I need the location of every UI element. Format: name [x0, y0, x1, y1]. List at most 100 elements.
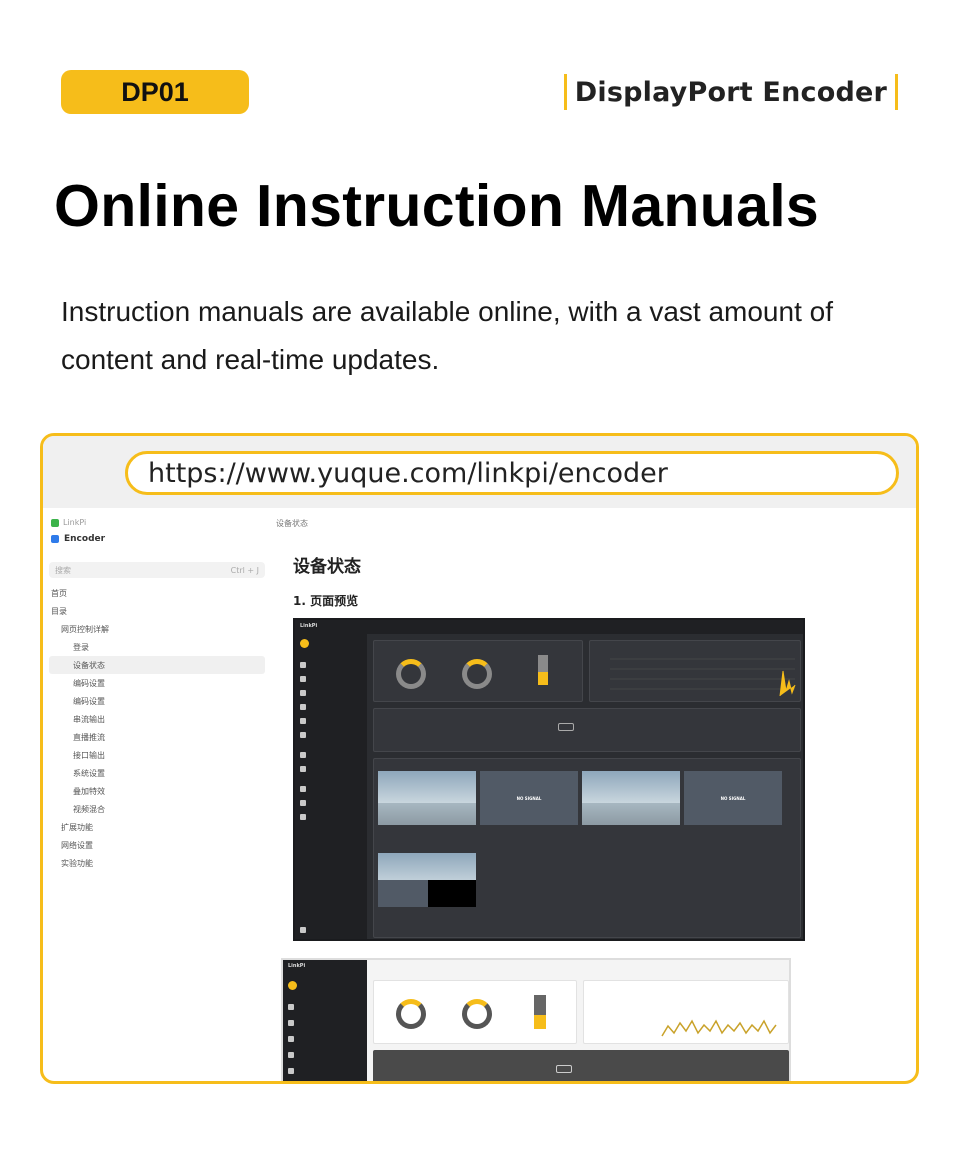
preview-thumb[interactable] [378, 771, 476, 825]
doc-sidebar: LinkPi Encoder 搜索 Ctrl + J 首页目录网页控制详解登录设… [43, 508, 271, 1081]
sidebar-item[interactable]: 叠加特效 [49, 782, 265, 800]
sidebar-item[interactable]: 首页 [49, 584, 265, 602]
app-menu-item[interactable] [300, 812, 306, 822]
crumb-label: LinkPi [63, 518, 87, 527]
preview-thumb[interactable] [582, 771, 680, 825]
app-menu-item[interactable] [288, 1018, 294, 1028]
sidebar-item[interactable]: 网页控制详解 [49, 620, 265, 638]
app-menu-item[interactable] [300, 784, 306, 794]
sidebar-item-label: 网页控制详解 [61, 624, 109, 634]
memory-gauge [462, 659, 492, 689]
sidebar-item[interactable]: 接口输出 [49, 746, 265, 764]
system-status-panel [373, 640, 583, 702]
menu-icon [300, 676, 306, 682]
menu-icon [288, 1036, 294, 1042]
sidebar-item[interactable]: 系统设置 [49, 764, 265, 782]
status-icon [300, 638, 309, 648]
browser-screenshot-frame: https://www.yuque.com/linkpi/encoder Lin… [40, 433, 919, 1084]
app-menu-item[interactable] [300, 702, 306, 712]
app-menu-item[interactable] [300, 688, 306, 698]
cpu-gauge [396, 659, 426, 689]
app-menu-item[interactable] [300, 798, 306, 808]
preview-no-signal[interactable]: NO SIGNAL [684, 771, 782, 825]
sidebar-item[interactable]: 目录 [49, 602, 265, 620]
app-menu-item[interactable] [300, 660, 306, 670]
sidebar-item-label: 编码设置 [73, 696, 105, 706]
dp-port-icon [556, 1065, 572, 1073]
system-status-panel [373, 980, 577, 1044]
app-menu-item[interactable] [300, 750, 306, 760]
interface-panel [373, 1050, 789, 1081]
app-user[interactable] [300, 925, 306, 935]
sidebar-item[interactable]: 编码设置 [49, 692, 265, 710]
network-chart [661, 1019, 777, 1037]
menu-icon [288, 1020, 294, 1026]
interface-panel [373, 708, 801, 752]
sidebar-search[interactable]: 搜索 Ctrl + J [49, 562, 265, 578]
menu-icon [300, 800, 306, 806]
menu-icon [300, 786, 306, 792]
app-menu-item[interactable] [300, 730, 306, 740]
network-status-panel [589, 640, 801, 702]
sidebar-item-label: 串流输出 [73, 714, 105, 724]
menu-icon [300, 732, 306, 738]
app-logo: LinkPi [288, 963, 306, 969]
sidebar-item[interactable]: 编码设置 [49, 674, 265, 692]
menu-icon [300, 814, 306, 820]
search-shortcut: Ctrl + J [230, 565, 259, 575]
sidebar-nav: 首页 目录 网页控制详解 登录 设备状态 编码设置 编码设置 串流输出 直播推流 接口输出 系统设置… [49, 584, 265, 872]
menu-icon [300, 704, 306, 710]
storage-bar [534, 995, 546, 1029]
dp-port-icon [558, 723, 574, 731]
sidebar-item-label: 首页 [51, 588, 67, 598]
sidebar-item[interactable]: 登录 [49, 638, 265, 656]
app-menu-item[interactable] [288, 1066, 294, 1076]
sidebar-item-label: 系统设置 [73, 768, 105, 778]
sidebar-item[interactable]: 网络设置 [49, 836, 265, 854]
app-topbar [295, 620, 803, 634]
app-menu-item[interactable] [288, 1050, 294, 1060]
preview-no-signal[interactable]: NO SIGNAL [480, 771, 578, 825]
sidebar-item-label: 接口输出 [73, 750, 105, 760]
sidebar-item-label: 实验功能 [61, 858, 93, 868]
sidebar-item[interactable]: 直播推流 [49, 728, 265, 746]
preview-mix-thumb[interactable] [378, 853, 476, 907]
sidebar-item-label: 编码设置 [73, 678, 105, 688]
status-icon [288, 980, 297, 990]
app-menu-item[interactable] [300, 764, 306, 774]
app-menu-item[interactable] [300, 674, 306, 684]
space-title[interactable]: Encoder [51, 534, 105, 544]
app-menu-status[interactable] [288, 980, 297, 990]
sidebar-item-label: 视频混合 [73, 804, 105, 814]
url-field[interactable]: https://www.yuque.com/linkpi/encoder [125, 451, 899, 495]
sidebar-item[interactable]: 设备状态 [49, 656, 265, 674]
book-icon [51, 535, 59, 543]
doc-breadcrumb: 设备状态 [276, 519, 308, 528]
sidebar-crumb[interactable]: LinkPi [51, 518, 86, 527]
menu-icon [300, 718, 306, 724]
menu-icon [300, 752, 306, 758]
app-menu-item[interactable] [300, 716, 306, 726]
app-menu-item[interactable] [288, 1034, 294, 1044]
space-icon [51, 518, 59, 527]
address-bar-band: https://www.yuque.com/linkpi/encoder [43, 436, 916, 508]
doc-content: 设备状态 设备状态 1. 页面预览 LinkPi NO SIGNAL NO SI… [271, 508, 916, 1081]
sidebar-item[interactable]: 串流输出 [49, 710, 265, 728]
sidebar-item-label: 扩展功能 [61, 822, 93, 832]
product-name-text: DisplayPort Encoder [574, 76, 887, 108]
app-sidebar: LinkPi [295, 620, 367, 939]
product-code-badge: DP01 [61, 70, 249, 114]
product-bar-right [895, 74, 898, 110]
sidebar-item-label: 设备状态 [73, 660, 105, 670]
sidebar-item-label: 直播推流 [73, 732, 105, 742]
sidebar-item-label: 叠加特效 [73, 786, 105, 796]
app-menu-status[interactable] [300, 638, 309, 648]
sidebar-item[interactable]: 实验功能 [49, 854, 265, 872]
preview-panel: NO SIGNAL NO SIGNAL [373, 758, 801, 938]
page-heading: Online Instruction Manuals [54, 173, 820, 239]
sidebar-item[interactable]: 视频混合 [49, 800, 265, 818]
doc-title: 设备状态 [293, 557, 361, 577]
sidebar-item[interactable]: 扩展功能 [49, 818, 265, 836]
sidebar-item-label: 登录 [73, 642, 89, 652]
app-menu-item[interactable] [288, 1002, 294, 1012]
